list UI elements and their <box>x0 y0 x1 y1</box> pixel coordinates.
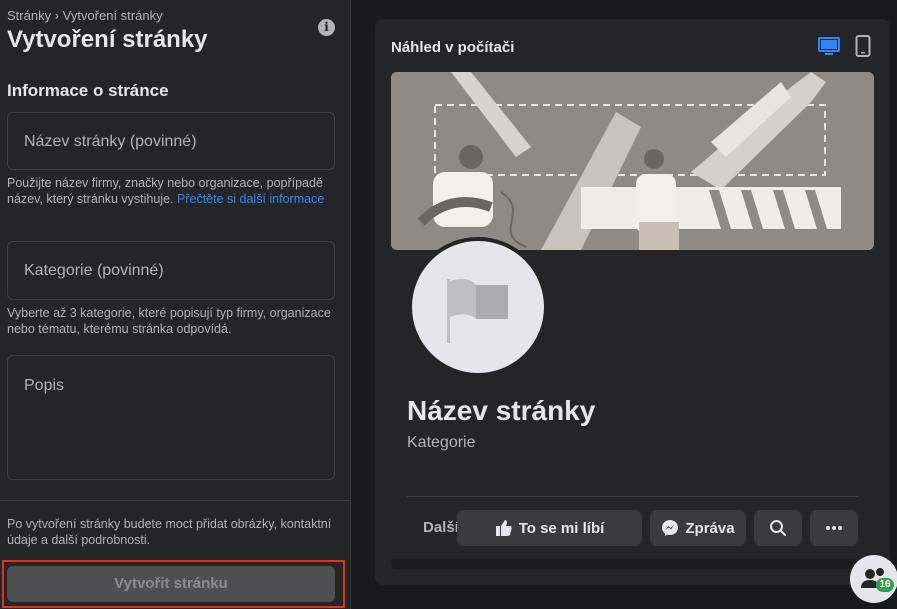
search-icon <box>770 520 786 536</box>
preview-page-name: Název stránky <box>407 395 596 426</box>
desktop-icon[interactable] <box>818 37 840 57</box>
preview-bottom-edge <box>391 559 874 569</box>
preview-category: Kategorie <box>407 434 476 451</box>
footer-note: Po vytvoření stránky budete moct přidat … <box>7 517 332 547</box>
message-button[interactable]: Zpráva <box>650 510 746 546</box>
search-button[interactable] <box>754 510 802 546</box>
page-title: Vytvoření stránky <box>7 26 208 53</box>
description-field[interactable]: Popis <box>7 355 335 480</box>
section-title: Informace o stránce <box>7 81 169 100</box>
page-name-field[interactable]: Název stránky (povinné) <box>7 112 335 170</box>
category-help: Vyberte až 3 kategorie, které popisují t… <box>7 306 331 336</box>
thumbs-up-icon <box>495 520 512 536</box>
like-button-label: To se mi líbí <box>518 519 605 537</box>
breadcrumb[interactable]: Stránky › Vytvoření stránky <box>7 8 163 23</box>
tab-more[interactable]: Další <box>423 519 459 536</box>
cover-art <box>391 72 874 250</box>
page-name-help: Použijte název firmy, značky nebo organi… <box>7 176 325 206</box>
more-options-button[interactable] <box>810 510 858 546</box>
like-button[interactable]: To se mi líbí <box>457 510 642 546</box>
ellipsis-icon <box>826 526 842 530</box>
flag-icon <box>447 278 508 343</box>
desktop-preview: Náhled v počítači Název stránky Kategori… <box>375 19 890 585</box>
preview-divider <box>407 496 858 497</box>
preview-title: Náhled v počítači <box>391 39 515 56</box>
mobile-icon[interactable] <box>855 35 871 57</box>
page-name-placeholder: Název stránky (povinné) <box>24 133 197 150</box>
create-page-panel: Stránky › Vytvoření stránky Vytvoření st… <box>0 0 351 609</box>
profile-avatar <box>408 237 548 377</box>
divider <box>0 500 350 501</box>
contacts-count-badge: 16 <box>876 578 894 592</box>
category-field[interactable]: Kategorie (povinné) <box>7 241 335 300</box>
create-page-button[interactable]: Vytvořit stránku <box>7 566 335 602</box>
messenger-icon <box>662 520 679 536</box>
learn-more-link[interactable]: Přečtěte si další informace <box>177 192 324 206</box>
description-placeholder: Popis <box>24 377 65 394</box>
category-placeholder: Kategorie (povinné) <box>24 262 164 279</box>
message-button-label: Zpráva <box>685 519 735 537</box>
info-icon[interactable]: i <box>318 19 335 36</box>
cover-illustration <box>391 72 874 250</box>
